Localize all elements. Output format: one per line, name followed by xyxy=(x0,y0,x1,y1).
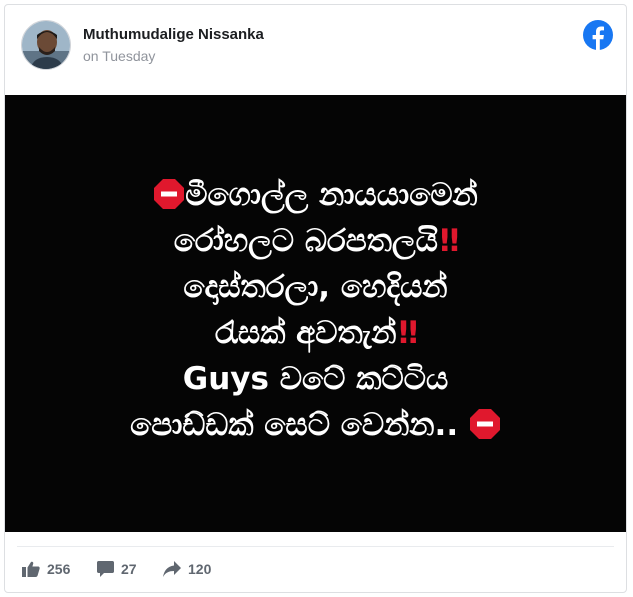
post-header: Muthumudalige Nissanka on Tuesday xyxy=(5,5,626,95)
stop-sign-icon xyxy=(469,408,500,439)
text-line-6: පොඩ්ඩක් සෙට් වෙන්න.. xyxy=(5,402,626,448)
double-exclamation-icon: ‼ xyxy=(439,223,459,259)
text-line-1: මීගොල්ල නායයාමෙන් xyxy=(5,172,626,218)
shares-count[interactable]: 120 xyxy=(163,559,211,579)
post-image-text: මීගොල්ල නායයාමෙන් රෝහලට බරපතලයි‼ දොස්තරල… xyxy=(5,172,626,448)
thumbs-up-icon xyxy=(22,561,40,577)
text-line-5: Guys වටේ කට්ටිය xyxy=(182,361,449,397)
footer-divider xyxy=(17,546,614,547)
author-name[interactable]: Muthumudalige Nissanka xyxy=(83,26,264,43)
post-card: Muthumudalige Nissanka on Tuesday මීගොල්… xyxy=(4,4,627,593)
author-avatar[interactable] xyxy=(21,20,71,70)
text-line-3: දොස්තරලා, හෙදියන් xyxy=(183,269,448,305)
comments-count[interactable]: 27 xyxy=(97,559,137,579)
post-timestamp[interactable]: on Tuesday xyxy=(83,48,155,64)
share-arrow-icon xyxy=(163,561,181,577)
likes-count[interactable]: 256 xyxy=(22,559,70,579)
stop-sign-icon xyxy=(154,178,185,209)
post-footer: 256 27 120 xyxy=(5,532,626,592)
text-line-4: රැසක් අවතැන්‼ xyxy=(5,310,626,356)
post-image[interactable]: මීගොල්ල නායයාමෙන් රෝහලට බරපතලයි‼ දොස්තරල… xyxy=(5,95,626,532)
text-line-2: රෝහලට බරපතලයි‼ xyxy=(5,218,626,264)
comment-bubble-icon xyxy=(97,561,114,577)
double-exclamation-icon: ‼ xyxy=(398,315,418,351)
facebook-logo-icon[interactable] xyxy=(583,20,613,50)
